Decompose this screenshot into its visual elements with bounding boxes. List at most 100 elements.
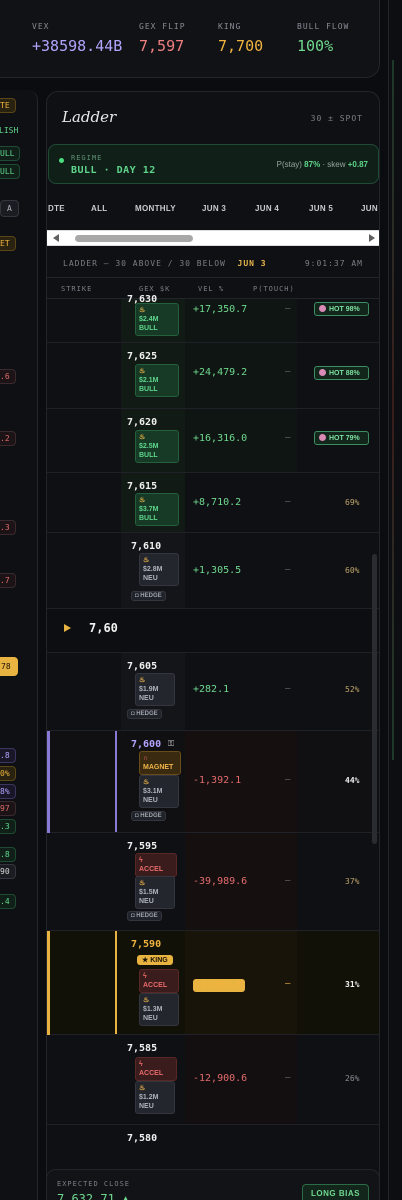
tab-monthly[interactable]: MONTHLY <box>135 204 176 213</box>
dash: — <box>285 684 291 694</box>
strike-label: 7,580 <box>127 1133 158 1144</box>
range-date: JUN 3 <box>237 259 267 268</box>
ladder-row-7595[interactable]: 7,595 ϟ ACCEL ♨ $1.5M NEU ◘ HEDGE -39,989.6… <box>47 833 379 931</box>
ladder-row-7585[interactable]: 7,585 ϟ ACCEL ♨ $1.2M NEU -12,900.6 — 26% <box>47 1035 379 1125</box>
ptouch-value: 37% <box>345 877 360 886</box>
gex-tag: NEU <box>139 695 154 702</box>
ladder-row-7630[interactable]: 7,630 ♨ $2.4M BULL +17,350.7 — HOT 98% <box>47 294 379 343</box>
flame-icon: ♨ <box>139 1085 146 1092</box>
stat-value: 7,700 <box>218 37 264 55</box>
ladder-subheader: LADDER — 30 ABOVE / 30 BELOW JUN 3 9:01:… <box>47 250 379 278</box>
ladder-row-7625[interactable]: 7,625 ♨ $2.1M BULL +24,479.2 — HOT 88% <box>47 343 379 409</box>
strike-label: 7,605 <box>127 661 158 672</box>
gex-tag: NEU <box>143 1015 158 1022</box>
left-chip: .8 <box>0 847 16 862</box>
left-chip: 0% <box>0 766 16 781</box>
dash: — <box>285 433 291 443</box>
ptouch-value: 52% <box>345 685 360 694</box>
flame-icon: ♨ <box>143 997 150 1004</box>
scroll-left-arrow-icon[interactable] <box>53 234 59 242</box>
tab-all[interactable]: ALL <box>91 204 107 213</box>
ladder-row-7620[interactable]: 7,620 ♨ $2.5M BULL +16,316.0 — HOT 79% <box>47 409 379 473</box>
ladder-row-7610[interactable]: 7,610 ♨ $2.8M NEU ◘ HEDGE +1,305.5 — 60% <box>47 533 379 609</box>
hedge-badge: ◘ HEDGE <box>131 811 166 821</box>
scrollbar-thumb[interactable] <box>75 235 193 242</box>
dash: — <box>285 876 291 886</box>
ladder-row-7590[interactable]: 7,590 ★ KING ϟ ACCEL ♨ $1.3M NEU -43,684.8 … <box>47 931 379 1035</box>
hot-icon <box>319 369 326 376</box>
gex-box: ♨ $1.9M NEU <box>135 673 175 706</box>
vertical-scrollbar[interactable] <box>372 554 377 844</box>
left-chip: 97 <box>0 801 16 816</box>
ladder-rows: 7,630 ♨ $2.4M BULL +17,350.7 — HOT 98% 7,6… <box>47 294 379 1199</box>
gex-value: $3.7M <box>139 506 159 513</box>
gex-value: $2.5M <box>139 443 159 450</box>
stat-value: +38598.44B <box>32 37 123 55</box>
tab-jun-5[interactable]: JUN 5 <box>309 204 333 213</box>
hedge-badge: ◘ HEDGE <box>127 709 162 719</box>
tab-jun-3[interactable]: JUN 3 <box>202 204 226 213</box>
hedge-text: HEDGE <box>136 913 158 919</box>
tab-jun-more[interactable]: JUN <box>361 204 378 213</box>
vel-value: +24,479.2 <box>193 367 248 378</box>
ladder-row-7600[interactable]: 7,600 ⚿ ∩ MAGNET ♨ $3.1M NEU ◘ HEDGE -1,392… <box>47 731 379 833</box>
pstay-label: P(stay) <box>276 160 305 169</box>
magnet-badge: ∩ MAGNET <box>139 751 181 775</box>
gex-value: $3.1M <box>143 788 163 795</box>
left-chip: .4 <box>0 894 16 909</box>
long-bias-button[interactable]: LONG BIAS <box>302 1184 369 1200</box>
dash: — <box>285 775 291 785</box>
left-chip: ULL <box>0 164 21 179</box>
stat-bull-flow: BULL FLOW 100% <box>297 22 349 55</box>
column-headers: STRIKE GEX $K VEL % P(TOUCH) <box>47 281 379 299</box>
gex-value: $1.9M <box>139 686 159 693</box>
left-chip: .3 <box>0 819 16 834</box>
hedge-text: HEDGE <box>136 711 158 717</box>
ptouch-value: 60% <box>345 566 360 575</box>
col-strike: STRIKE <box>61 285 93 293</box>
stat-label: KING <box>218 22 242 31</box>
skew-label: · skew <box>320 160 348 169</box>
left-chip: 90 <box>0 864 16 879</box>
panel-title: Ladder <box>62 108 117 126</box>
king-badge: ★ KING <box>137 955 173 965</box>
magnet-accent-bar <box>47 731 50 833</box>
ladder-row-7615[interactable]: 7,615 ♨ $3.7M BULL +8,710.2 — 69% <box>47 473 379 533</box>
dash: — <box>285 497 291 507</box>
accel-text: ACCEL <box>139 1070 164 1077</box>
ladder-range-label: LADDER — 30 ABOVE / 30 BELOW JUN 3 <box>63 259 267 268</box>
stat-label: GEX FLIP <box>139 22 186 31</box>
gex-tag: BULL <box>139 515 158 522</box>
flame-icon: ♨ <box>139 497 146 504</box>
flame-icon: ♨ <box>139 677 146 684</box>
vel-value: -12,900.6 <box>193 1073 248 1084</box>
right-sparkline <box>392 60 394 760</box>
regime-stats: P(stay) 87% · skew +0.87 <box>277 160 368 169</box>
tab-jun-4[interactable]: JUN 4 <box>255 204 279 213</box>
flame-icon: ♨ <box>139 880 146 887</box>
accel-badge: ϟ ACCEL <box>139 969 179 993</box>
scroll-right-arrow-icon[interactable] <box>369 234 375 242</box>
strike-label: 7,615 <box>127 481 158 492</box>
regime-label: REGIME <box>71 154 103 162</box>
flame-icon: ♨ <box>143 779 150 786</box>
left-chip: ULL <box>0 146 21 161</box>
gex-value: $2.4M <box>139 316 159 323</box>
strike-label: 7,610 <box>131 541 162 552</box>
ptouch-value: 69% <box>345 498 360 507</box>
left-chip[interactable]: A <box>0 200 19 217</box>
regime-banner: REGIME BULL · DAY 12 P(stay) 87% · skew … <box>48 144 379 184</box>
gex-tag: BULL <box>139 386 158 393</box>
ptouch-value: 31% <box>345 980 360 989</box>
regime-dot-icon <box>59 158 64 163</box>
ladder-row-7605[interactable]: 7,605 ♨ $1.9M NEU ◘ HEDGE +282.1 — 52% <box>47 653 379 731</box>
expected-close-value: 7,632.71 ▲ <box>57 1192 130 1200</box>
tab-dte[interactable]: DTE <box>48 204 65 213</box>
strike-label: 7,620 <box>127 417 158 428</box>
gex-tag: BULL <box>139 452 158 459</box>
stats-card: VEX +38598.44B GEX FLIP 7,597 KING 7,700… <box>0 0 380 78</box>
ladder-time: 9:01:37 AM <box>304 259 363 268</box>
horizontal-scrollbar[interactable] <box>47 230 379 246</box>
left-chip[interactable]: ET <box>0 236 16 251</box>
accel-badge: ϟ ACCEL <box>135 853 177 877</box>
